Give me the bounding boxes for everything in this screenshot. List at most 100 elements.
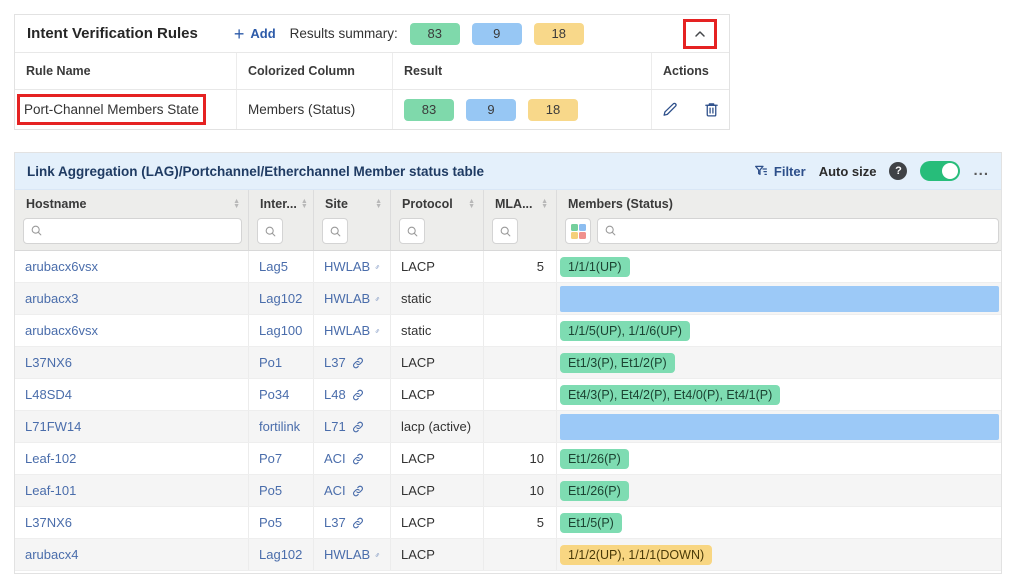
table-row: arubacx4Lag102HWLABLACP1/1/2(UP), 1/1/1(… [15, 539, 1001, 571]
colorized-column-cell: Members (Status) [237, 90, 393, 129]
hostname-link[interactable]: L37NX6 [15, 507, 249, 538]
site-link[interactable]: HWLAB [314, 315, 391, 346]
rule-name-highlighted: Port-Channel Members State [17, 94, 206, 125]
site-search-button[interactable] [322, 218, 348, 244]
column-header-hostname[interactable]: Hostname ▲▼ [15, 190, 249, 218]
protocol-value: lacp (active) [391, 411, 484, 442]
interface-link[interactable]: Lag5 [249, 251, 314, 282]
site-link[interactable]: L37 [314, 347, 391, 378]
sort-icon[interactable]: ▲▼ [541, 199, 548, 210]
hostname-link[interactable]: arubacx4 [15, 539, 249, 570]
site-name: HWLAB [324, 547, 370, 562]
mlag-search-button[interactable] [492, 218, 518, 244]
table-row: Leaf-102Po7ACILACP10Et1/26(P) [15, 443, 1001, 475]
sort-icon[interactable]: ▲▼ [301, 199, 308, 210]
site-name: HWLAB [324, 291, 370, 306]
panel-title: Intent Verification Rules [27, 25, 198, 42]
hostname-link[interactable]: Leaf-101 [15, 475, 249, 506]
more-options-button[interactable]: ... [973, 168, 989, 174]
interface-link[interactable]: Po5 [249, 475, 314, 506]
hostname-link[interactable]: L71FW14 [15, 411, 249, 442]
result-count-badge: 83 [404, 99, 454, 121]
search-icon [499, 225, 512, 238]
interface-link[interactable]: Po7 [249, 443, 314, 474]
column-label: Members (Status) [568, 197, 673, 211]
protocol-value: static [391, 283, 484, 314]
site-name: ACI [324, 483, 346, 498]
mlag-value [484, 283, 557, 314]
lag-table-title: Link Aggregation (LAG)/Portchannel/Ether… [27, 164, 484, 179]
hostname-search-input[interactable] [23, 218, 242, 244]
site-link[interactable]: HWLAB [314, 283, 391, 314]
interface-search-button[interactable] [257, 218, 283, 244]
search-icon [406, 225, 419, 238]
intent-verification-rules-panel: Intent Verification Rules + Add Results … [14, 14, 730, 130]
add-rule-button[interactable]: + Add [234, 25, 276, 43]
edit-rule-button[interactable] [662, 101, 679, 118]
members-status-badge: Et4/3(P), Et4/2(P), Et4/0(P), Et4/1(P) [560, 385, 780, 405]
column-header-actions: Actions [652, 53, 729, 89]
sort-icon[interactable]: ▲▼ [468, 199, 475, 210]
interface-link[interactable]: Po5 [249, 507, 314, 538]
protocol-value: LACP [391, 443, 484, 474]
members-status-cell: 1/1/1(UP) [557, 251, 1001, 282]
rule-result-badges: 83918 [404, 99, 578, 121]
rules-table-header-row: Rule Name Colorized Column Result Action… [15, 53, 729, 90]
color-filter-button[interactable] [565, 218, 591, 244]
column-header-mlag[interactable]: MLA... ▲▼ [484, 190, 557, 218]
mlag-value: 10 [484, 475, 557, 506]
delete-rule-button[interactable] [703, 101, 720, 118]
site-link[interactable]: ACI [314, 475, 391, 506]
protocol-search-button[interactable] [399, 218, 425, 244]
mlag-filter-cell [484, 218, 557, 250]
auto-size-toggle[interactable] [920, 161, 960, 181]
protocol-value: LACP [391, 347, 484, 378]
site-link[interactable]: L48 [314, 379, 391, 410]
column-header-interface[interactable]: Inter... ▲▼ [249, 190, 314, 218]
members-search-input[interactable] [597, 218, 999, 244]
lag-table-body: arubacx6vsxLag5HWLABLACP51/1/1(UP)arubac… [15, 251, 1001, 571]
collapse-panel-button[interactable] [686, 22, 714, 46]
interface-link[interactable]: Po34 [249, 379, 314, 410]
link-icon [351, 452, 365, 466]
help-icon[interactable]: ? [889, 162, 907, 180]
interface-link[interactable]: Lag102 [249, 283, 314, 314]
filter-button[interactable]: Filter [753, 163, 806, 179]
hostname-link[interactable]: arubacx6vsx [15, 315, 249, 346]
hostname-link[interactable]: L37NX6 [15, 347, 249, 378]
column-header-site[interactable]: Site ▲▼ [314, 190, 391, 218]
site-link[interactable]: ACI [314, 443, 391, 474]
site-link[interactable]: L71 [314, 411, 391, 442]
hostname-link[interactable]: arubacx6vsx [15, 251, 249, 282]
site-name: L37 [324, 515, 346, 530]
sort-icon[interactable]: ▲▼ [375, 199, 382, 210]
site-filter-cell [314, 218, 391, 250]
hostname-link[interactable]: Leaf-102 [15, 443, 249, 474]
filter-button-label: Filter [774, 164, 806, 179]
column-header-protocol[interactable]: Protocol ▲▼ [391, 190, 484, 218]
sort-icon[interactable]: ▲▼ [233, 199, 240, 210]
link-icon [351, 388, 365, 402]
pencil-icon [662, 101, 679, 118]
protocol-value: LACP [391, 475, 484, 506]
toggle-knob [942, 163, 958, 179]
interface-link[interactable]: Po1 [249, 347, 314, 378]
mlag-value [484, 539, 557, 570]
link-icon [351, 484, 365, 498]
site-name: HWLAB [324, 259, 370, 274]
interface-link[interactable]: fortilink [249, 411, 314, 442]
members-status-cell: Et4/3(P), Et4/2(P), Et4/0(P), Et4/1(P) [557, 379, 1001, 410]
interface-link[interactable]: Lag102 [249, 539, 314, 570]
lag-table-filter-row [15, 218, 1001, 251]
site-link[interactable]: HWLAB [314, 539, 391, 570]
mlag-value: 5 [484, 251, 557, 282]
column-header-result: Result [393, 53, 652, 89]
site-name: L37 [324, 355, 346, 370]
rule-name-cell: Port-Channel Members State [15, 90, 237, 129]
hostname-link[interactable]: arubacx3 [15, 283, 249, 314]
hostname-link[interactable]: L48SD4 [15, 379, 249, 410]
members-search-box [597, 218, 999, 244]
interface-link[interactable]: Lag100 [249, 315, 314, 346]
site-link[interactable]: HWLAB [314, 251, 391, 282]
site-link[interactable]: L37 [314, 507, 391, 538]
